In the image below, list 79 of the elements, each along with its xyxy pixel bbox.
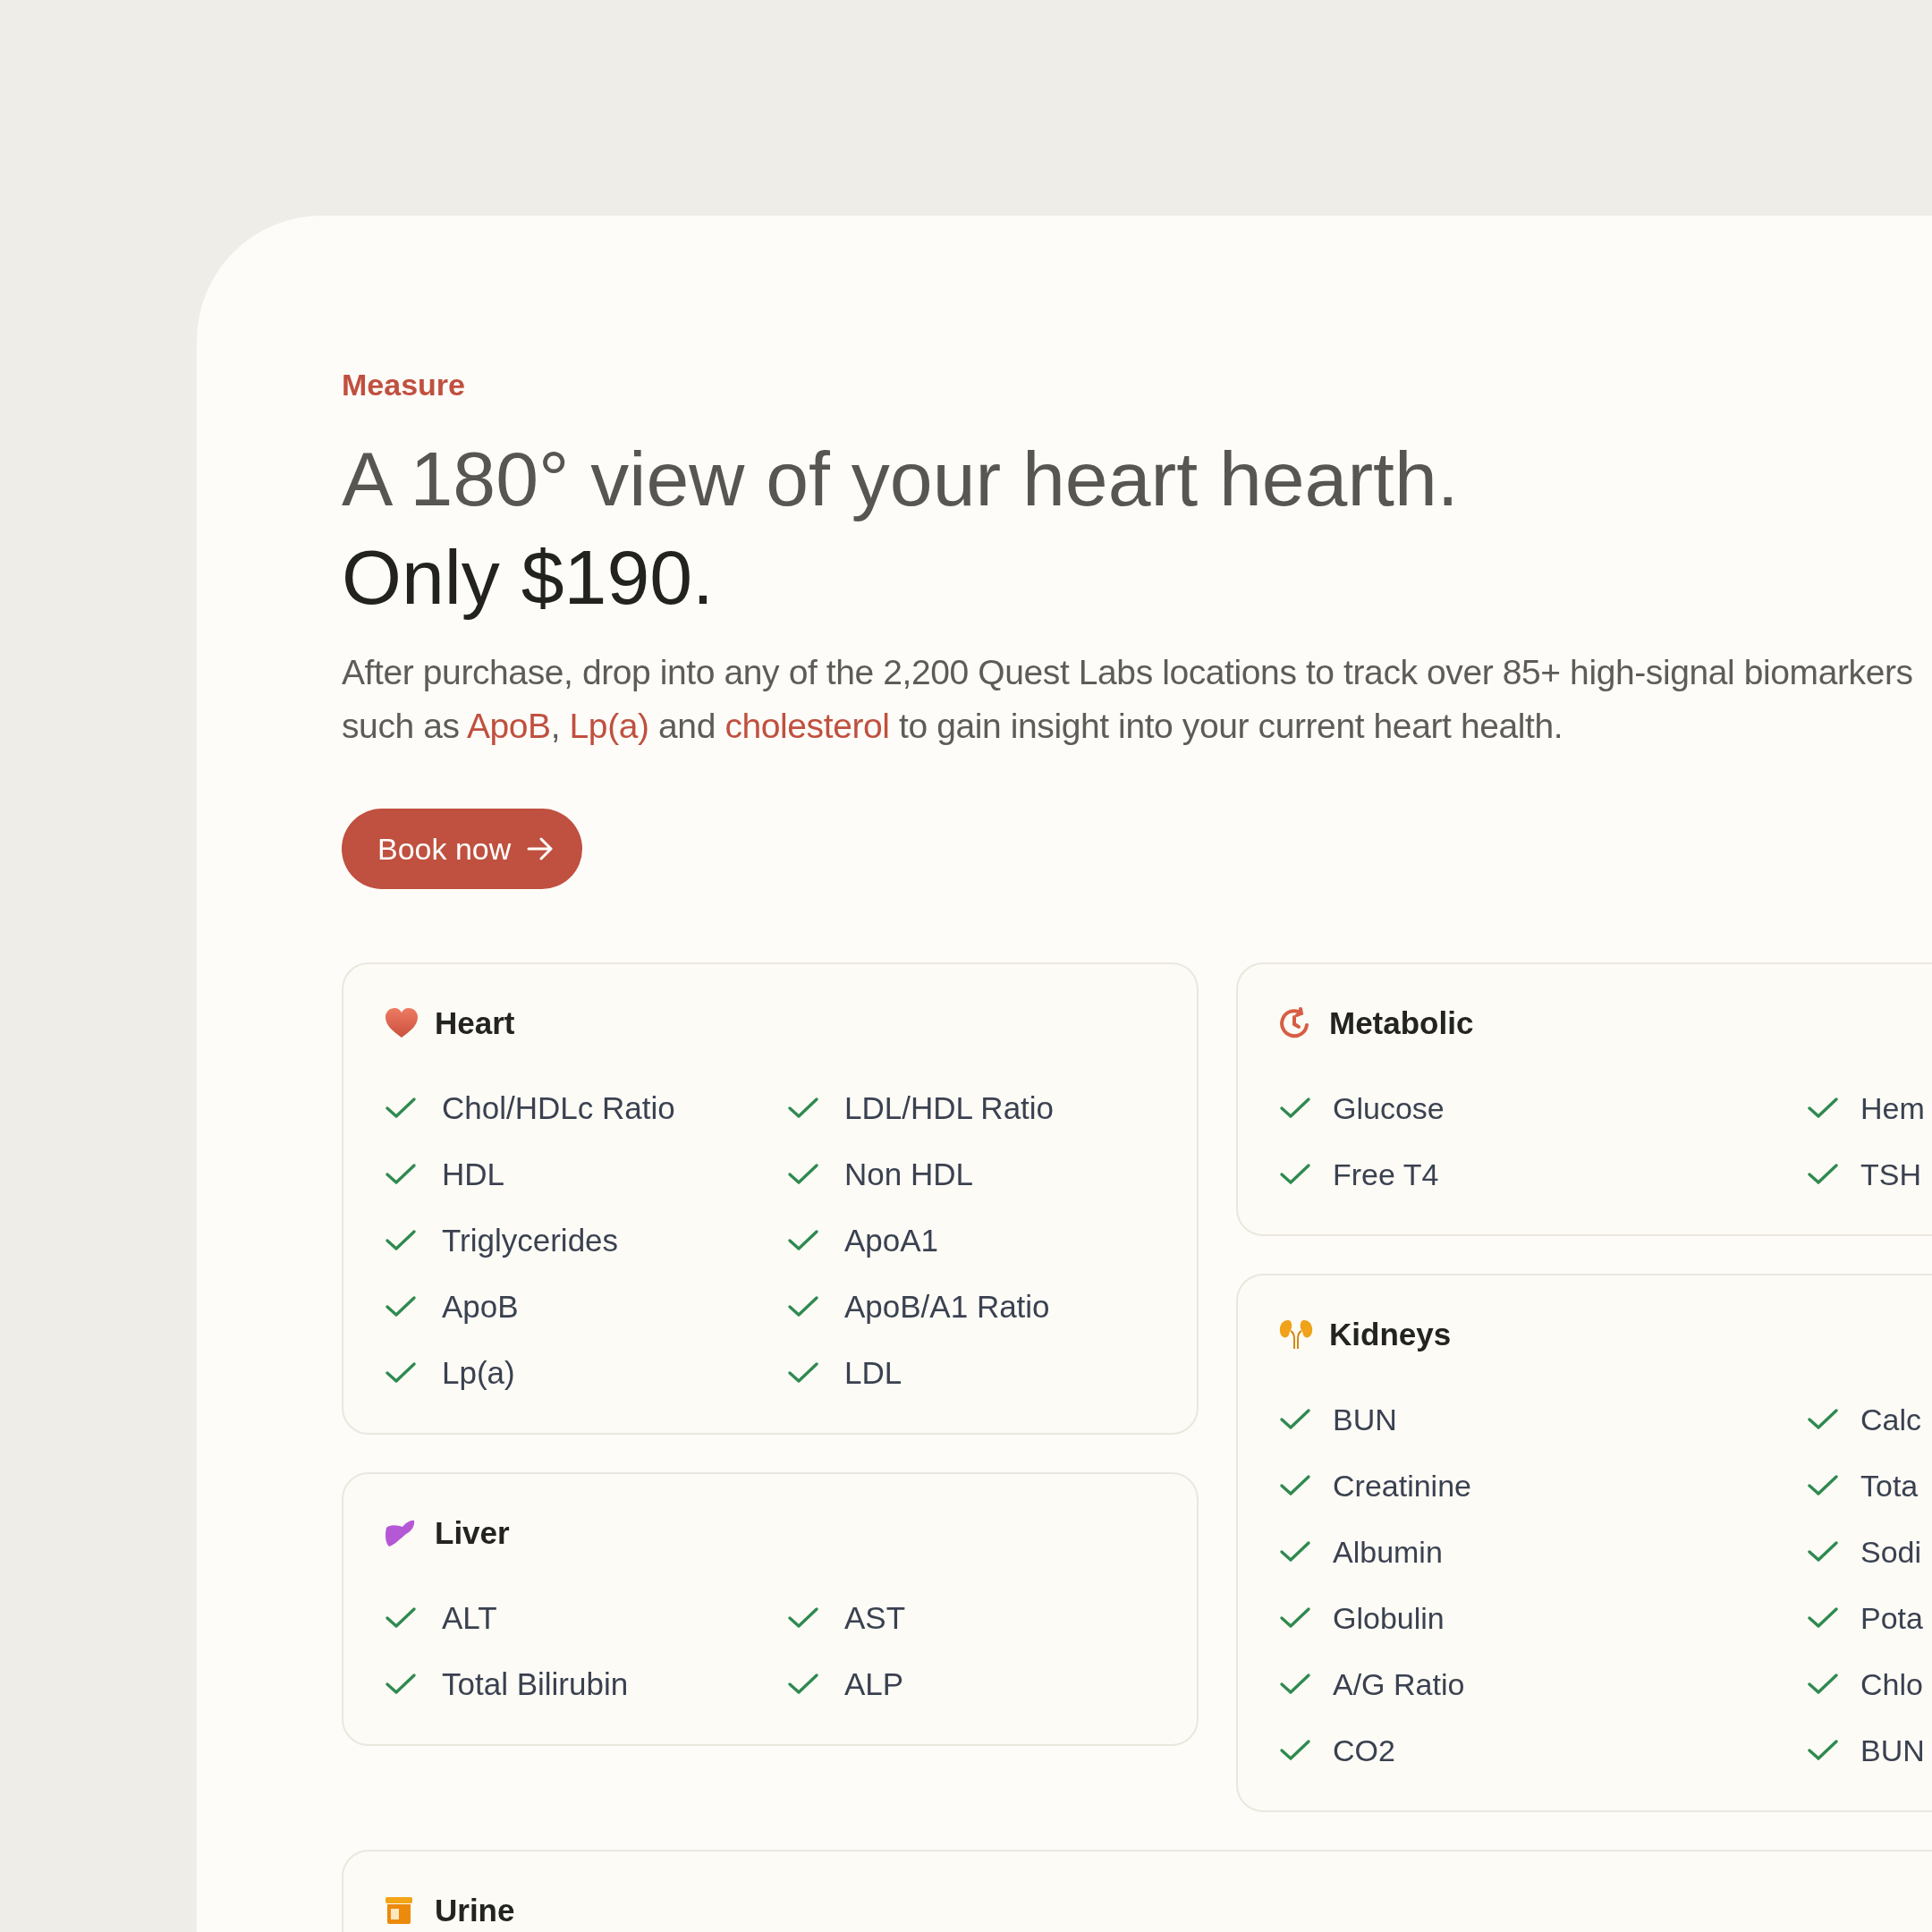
- check-icon: [1807, 1540, 1839, 1563]
- panel-title: Metabolic: [1329, 1005, 1474, 1041]
- biomarker-label: Glucose: [1333, 1090, 1445, 1126]
- check-icon: [1279, 1163, 1311, 1186]
- biomarker-label: ApoB/A1 Ratio: [844, 1289, 1050, 1325]
- biomarker-label: ApoB: [442, 1289, 519, 1325]
- check-icon: [1279, 1673, 1311, 1696]
- kidneys-icon: [1279, 1319, 1313, 1350]
- check-icon: [385, 1097, 417, 1120]
- check-icon: [1279, 1606, 1311, 1630]
- biomarker-label: Albumin: [1333, 1534, 1443, 1570]
- check-icon: [385, 1163, 417, 1186]
- biomarker-label: Hem: [1860, 1090, 1925, 1126]
- check-icon: [1279, 1408, 1311, 1431]
- biomarker-label: HDL: [442, 1157, 505, 1192]
- biomarker-label: LDL: [844, 1355, 902, 1391]
- biomarker-label: A/G Ratio: [1333, 1666, 1465, 1702]
- eyebrow-label: Measure: [342, 367, 465, 402]
- check-icon: [787, 1361, 819, 1385]
- panel-title: Heart: [435, 1005, 515, 1041]
- check-icon: [1279, 1540, 1311, 1563]
- arrow-right-icon: [527, 837, 555, 860]
- biomarker-label: BUN: [1333, 1402, 1397, 1437]
- biomarker-label: TSH: [1860, 1157, 1921, 1192]
- description-paragraph: After purchase, drop into any of the 2,200 Quest Labs locations to track over 85+ high-signal biomarkers such as ApoB, Lp(a) and cholesterol to gain insight into your current heart health.: [342, 652, 1914, 747]
- biomarker-label: Chol/HDLc Ratio: [442, 1090, 675, 1126]
- biomarker-label: Pota: [1860, 1600, 1923, 1636]
- price-headline: Only $190.: [342, 533, 714, 622]
- check-icon: [787, 1295, 819, 1318]
- check-icon: [1279, 1474, 1311, 1497]
- biomarker-label: ALP: [844, 1666, 904, 1702]
- liver-icon: [385, 1519, 415, 1547]
- biomarker-label: CO2: [1333, 1733, 1395, 1768]
- biomarker-label: Globulin: [1333, 1600, 1445, 1636]
- biomarker-label: Creatinine: [1333, 1468, 1471, 1504]
- biomarker-label: LDL/HDL Ratio: [844, 1090, 1055, 1126]
- check-icon: [1807, 1474, 1839, 1497]
- check-icon: [1279, 1097, 1311, 1120]
- check-icon: [385, 1673, 417, 1696]
- book-now-button[interactable]: Book now: [342, 809, 583, 889]
- check-icon: [787, 1163, 819, 1186]
- specimen-cup-icon: [385, 1896, 413, 1925]
- check-icon: [385, 1606, 417, 1630]
- panel-title: Urine: [435, 1893, 515, 1928]
- biomarker-label: Calc: [1860, 1402, 1922, 1437]
- biomarker-label: Free T4: [1333, 1157, 1439, 1192]
- biomarker-label: Non HDL: [844, 1157, 973, 1192]
- biomarker-label: Sodi: [1860, 1534, 1922, 1570]
- biomarker-label: BUN: [1860, 1733, 1925, 1768]
- clock-refresh-icon: [1279, 1007, 1311, 1039]
- biomarker-label: ApoA1: [844, 1223, 939, 1258]
- biomarker-label: AST: [844, 1600, 906, 1636]
- check-icon: [1807, 1673, 1839, 1696]
- biomarker-label: ALT: [442, 1600, 497, 1636]
- check-icon: [787, 1229, 819, 1252]
- biomarker-label: Lp(a): [442, 1355, 515, 1391]
- check-icon: [1807, 1097, 1839, 1120]
- biomarker-label: Tota: [1860, 1468, 1919, 1504]
- link[interactable]: ApoB: [466, 707, 551, 745]
- check-icon: [787, 1606, 819, 1630]
- panel-title: Kidneys: [1329, 1317, 1452, 1352]
- heart-icon: [385, 1008, 419, 1038]
- panel-title: Liver: [435, 1515, 510, 1551]
- biomarker-label: Total Bilirubin: [442, 1666, 629, 1702]
- check-icon: [1279, 1739, 1311, 1762]
- check-icon: [385, 1295, 417, 1318]
- biomarker-label: Chlo: [1860, 1666, 1923, 1702]
- check-icon: [787, 1097, 819, 1120]
- check-icon: [1807, 1163, 1839, 1186]
- headline: A 180° view of your heart hearth.: [342, 435, 1459, 523]
- link[interactable]: Lp(a): [569, 707, 649, 745]
- biomarker-label: Triglycerides: [442, 1223, 619, 1258]
- check-icon: [1807, 1408, 1839, 1431]
- check-icon: [385, 1229, 417, 1252]
- check-icon: [1807, 1606, 1839, 1630]
- check-icon: [1807, 1739, 1839, 1762]
- check-icon: [385, 1361, 417, 1385]
- link[interactable]: cholesterol: [724, 707, 890, 745]
- check-icon: [787, 1673, 819, 1696]
